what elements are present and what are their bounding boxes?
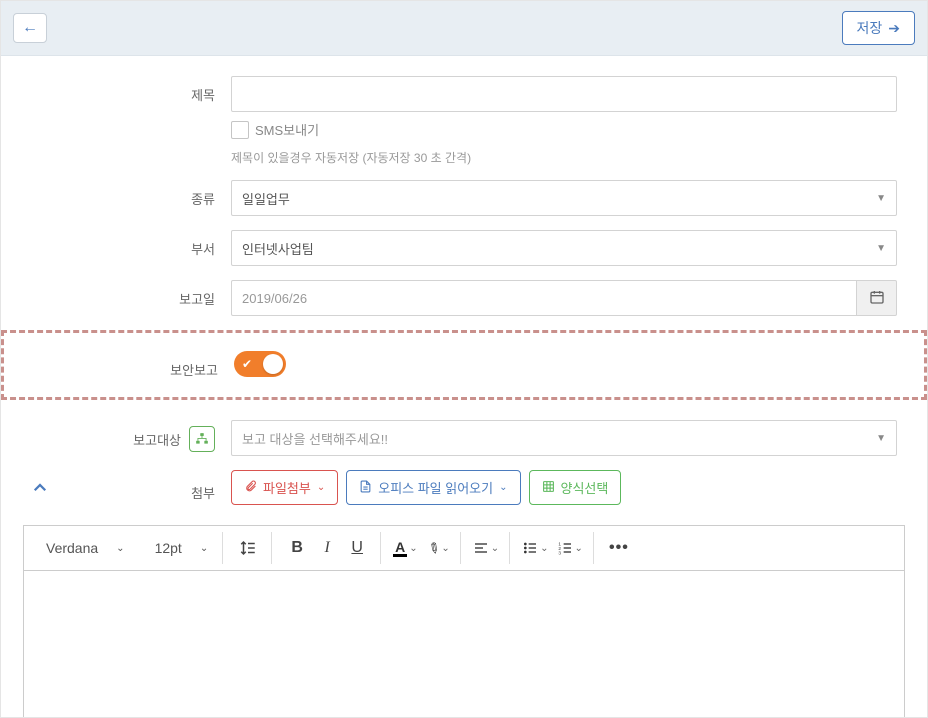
calendar-button[interactable] bbox=[857, 280, 897, 316]
top-toolbar: ← 저장 ➔ bbox=[1, 1, 927, 56]
title-input[interactable] bbox=[231, 76, 897, 112]
row-dept: 부서 인터넷사업팀 ▼ bbox=[31, 230, 897, 266]
chevron-down-icon: ▼ bbox=[876, 193, 886, 204]
row-title: 제목 SMS보내기 제목이 있을경우 자동저장 (자동저장 30 초 간격) bbox=[31, 76, 897, 166]
form-area: 제목 SMS보내기 제목이 있을경우 자동저장 (자동저장 30 초 간격) 종… bbox=[1, 56, 927, 717]
bold-icon: B bbox=[291, 539, 303, 557]
chevron-down-icon: ▼ bbox=[876, 243, 886, 254]
chevron-down-icon: ⌄ bbox=[491, 543, 499, 554]
chevron-down-icon: ⌄ bbox=[317, 482, 325, 493]
numbered-list-icon: 123 bbox=[557, 540, 573, 556]
template-select-button[interactable]: 양식선택 bbox=[529, 470, 622, 505]
collapse-toggle[interactable] bbox=[31, 473, 63, 503]
italic-button[interactable]: I bbox=[312, 533, 342, 563]
table-icon bbox=[542, 480, 555, 496]
chevron-up-icon bbox=[31, 480, 49, 502]
label-title: 제목 bbox=[31, 76, 231, 104]
label-dept: 부서 bbox=[31, 230, 231, 258]
svg-text:3: 3 bbox=[558, 551, 561, 556]
back-button[interactable]: ← bbox=[13, 13, 47, 43]
label-target: 보고대상 bbox=[133, 430, 181, 449]
file-attach-label: 파일첨부 bbox=[263, 478, 311, 497]
font-size-value: 12pt bbox=[155, 540, 182, 556]
numbered-list-button[interactable]: 123 ⌄ bbox=[555, 540, 585, 556]
chevron-down-icon: ⌄ bbox=[499, 482, 507, 493]
label-security: 보안보고 bbox=[34, 351, 234, 379]
target-select[interactable]: 보고 대상을 선택해주세요!! ▼ bbox=[231, 420, 897, 456]
chevron-down-icon: ⌄ bbox=[116, 543, 124, 554]
font-family-value: Verdana bbox=[46, 540, 98, 556]
row-attach: 첨부 파일첨부 ⌄ 오피스 파일 읽어오기 ⌄ bbox=[31, 470, 897, 505]
chevron-down-icon: ⌄ bbox=[200, 543, 208, 554]
arrow-left-icon: ← bbox=[22, 19, 38, 37]
save-button-label: 저장 bbox=[857, 18, 883, 38]
align-button[interactable]: ⌄ bbox=[471, 540, 501, 556]
chevron-down-icon: ▼ bbox=[876, 433, 886, 444]
chevron-down-icon: ⌄ bbox=[409, 543, 417, 554]
more-button[interactable]: ••• bbox=[604, 533, 634, 563]
row-report-date: 보고일 bbox=[31, 280, 897, 316]
more-horizontal-icon: ••• bbox=[609, 539, 629, 557]
label-type: 종류 bbox=[31, 180, 231, 208]
bullet-list-button[interactable]: ⌄ bbox=[520, 540, 550, 556]
calendar-icon bbox=[869, 289, 885, 308]
underline-button[interactable]: U bbox=[342, 533, 372, 563]
line-height-icon bbox=[239, 539, 257, 557]
dept-select-value: 인터넷사업팀 bbox=[242, 239, 314, 258]
office-import-label: 오피스 파일 읽어오기 bbox=[378, 478, 493, 497]
font-color-icon: A bbox=[393, 540, 407, 557]
italic-icon: I bbox=[325, 539, 330, 557]
bullet-list-icon bbox=[522, 540, 538, 556]
security-toggle[interactable]: ✔ bbox=[234, 351, 286, 377]
check-icon: ✔ bbox=[242, 357, 252, 371]
dept-select[interactable]: 인터넷사업팀 ▼ bbox=[231, 230, 897, 266]
line-height-button[interactable] bbox=[233, 533, 263, 563]
sms-checkbox-label: SMS보내기 bbox=[255, 120, 319, 139]
type-select[interactable]: 일일업무 ▼ bbox=[231, 180, 897, 216]
file-attach-button[interactable]: 파일첨부 ⌄ bbox=[231, 470, 338, 505]
autosave-hint: 제목이 있을경우 자동저장 (자동저장 30 초 간격) bbox=[231, 149, 897, 166]
sms-checkbox[interactable] bbox=[231, 121, 249, 139]
row-target: 보고대상 보고 대상을 선택해주세요!! ▼ bbox=[31, 420, 897, 456]
bold-button[interactable]: B bbox=[282, 533, 312, 563]
label-report-date: 보고일 bbox=[31, 280, 231, 308]
row-type: 종류 일일업무 ▼ bbox=[31, 180, 897, 216]
office-import-button[interactable]: 오피스 파일 읽어오기 ⌄ bbox=[346, 470, 520, 505]
chevron-down-icon: ⌄ bbox=[540, 543, 548, 554]
report-date-input[interactable] bbox=[231, 280, 857, 316]
row-security: 보안보고 ✔ bbox=[1, 330, 927, 400]
toggle-knob bbox=[263, 354, 283, 374]
editor-toolbar: Verdana ⌄ 12pt ⌄ B I U bbox=[23, 525, 905, 571]
save-button[interactable]: 저장 ➔ bbox=[842, 11, 916, 45]
label-attach: 첨부 bbox=[63, 474, 231, 502]
arrow-right-icon: ➔ bbox=[888, 20, 900, 37]
underline-icon: U bbox=[351, 539, 363, 557]
highlight-icon: ✎ bbox=[424, 538, 443, 559]
font-size-select[interactable]: 12pt ⌄ bbox=[149, 536, 215, 560]
type-select-value: 일일업무 bbox=[242, 189, 290, 208]
org-chart-icon bbox=[195, 432, 209, 446]
org-chart-button[interactable] bbox=[189, 426, 215, 452]
highlight-color-button[interactable]: ✎ ⌄ bbox=[426, 540, 452, 557]
align-left-icon bbox=[473, 540, 489, 556]
document-icon bbox=[359, 480, 372, 496]
paperclip-icon bbox=[244, 480, 257, 496]
font-family-select[interactable]: Verdana ⌄ bbox=[40, 536, 131, 560]
editor-content[interactable] bbox=[23, 571, 905, 717]
chevron-down-icon: ⌄ bbox=[575, 543, 583, 554]
target-select-placeholder: 보고 대상을 선택해주세요!! bbox=[242, 429, 388, 448]
template-select-label: 양식선택 bbox=[561, 478, 609, 497]
font-color-button[interactable]: A ⌄ bbox=[391, 540, 419, 557]
